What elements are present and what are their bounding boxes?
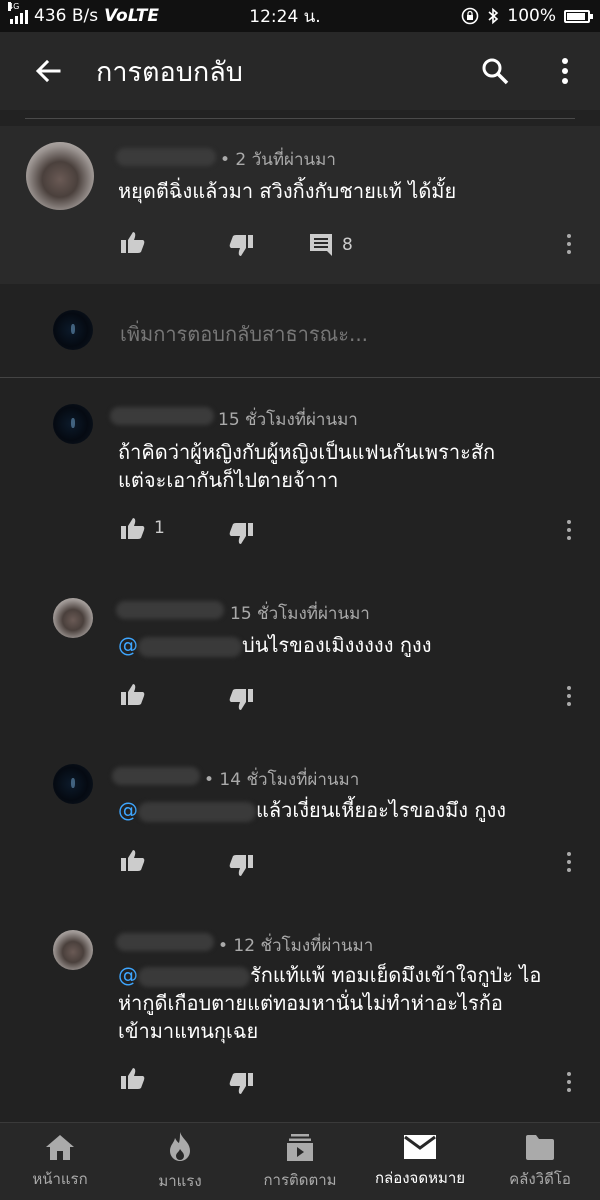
thumb-up-icon — [121, 518, 145, 539]
like-button[interactable] — [120, 682, 146, 706]
comment-menu-button[interactable] — [566, 520, 572, 540]
comment-text: @ บ่นไรของเมิงงงงง กูงง — [118, 630, 431, 661]
bottom-navigation: หน้าแรก มาแรง การติดตาม กล่องจดหมาย คลัง… — [0, 1122, 600, 1200]
nav-inbox[interactable]: กล่องจดหมาย — [360, 1123, 480, 1200]
dislike-button[interactable] — [228, 688, 254, 712]
thumb-down-icon — [229, 235, 253, 256]
like-button[interactable] — [120, 1066, 146, 1090]
commenter-name-redacted — [110, 407, 214, 425]
battery-percent: 100% — [507, 6, 556, 26]
nav-label: มาแรง — [158, 1171, 202, 1190]
inbox-mail-icon — [404, 1134, 436, 1159]
comment-menu-button[interactable] — [566, 234, 572, 254]
page-title: การตอบกลับ — [96, 56, 243, 88]
search-icon — [482, 58, 509, 85]
signal-icon: 4G — [8, 2, 28, 24]
thumb-down-icon — [229, 855, 253, 876]
comment-time: • 12 ชั่วโมงที่ผ่านมา — [218, 936, 374, 956]
mention-redacted — [138, 636, 242, 657]
commenter-name-redacted — [112, 767, 200, 785]
comment-text: หยุดตีฉิ่งแล้วมา สวิงกิ้งกับชายแท้ ได้มั… — [118, 179, 457, 203]
nav-label: คลังวิดีโอ — [509, 1169, 571, 1188]
reply-input[interactable]: เพิ่มการตอบกลับสาธารณะ... — [120, 318, 368, 350]
avatar[interactable] — [53, 598, 93, 638]
network-speed: 436 B/s — [34, 6, 99, 26]
comment-body: บ่นไรของเมิงงงงง กูงง — [242, 633, 432, 657]
more-vert-icon — [562, 58, 568, 84]
mention-link[interactable]: @ — [118, 963, 138, 987]
thumb-up-icon — [121, 850, 145, 871]
like-button[interactable] — [120, 848, 146, 872]
commenter-name-redacted — [116, 148, 216, 166]
parent-comment: • 2 วันที่ผ่านมา หยุดตีฉิ่งแล้วมา สวิงกิ… — [0, 126, 600, 284]
nav-library[interactable]: คลังวิดีโอ — [480, 1123, 600, 1200]
comment-text: ห่ากูดีเกือบตายแต่ทอมหานั่นไม่ทำห่าอะไรก… — [118, 991, 503, 1015]
nav-label: การติดตาม — [263, 1170, 337, 1189]
comment-body: รักแท้แพ้ ทอมเย็ดมึงเข้าใจกูป่ะ ไอ — [250, 963, 542, 987]
replies-button[interactable]: 8 — [308, 232, 353, 258]
back-button[interactable] — [0, 32, 96, 110]
comment-time: 15 ชั่วโมงที่ผ่านมา — [230, 604, 370, 624]
comment-text: ถ้าคิดว่าผู้หญิงกับผู้หญิงเป็นแฟนกันเพรา… — [118, 440, 496, 464]
home-icon — [46, 1134, 74, 1160]
like-button[interactable]: 1 — [120, 516, 165, 540]
comment-text: @ รักแท้แพ้ ทอมเย็ดมึงเข้าใจกูป่ะ ไอ — [118, 960, 541, 991]
comment-time: 15 ชั่วโมงที่ผ่านมา — [218, 410, 358, 430]
avatar[interactable] — [53, 764, 93, 804]
comment-text: @ แล้วเงี่ยนเหี้ยอะไรของมึง กูงง — [118, 795, 506, 826]
nav-trending[interactable]: มาแรง — [120, 1123, 240, 1200]
thumb-down-icon — [229, 523, 253, 544]
mention-redacted — [138, 801, 256, 822]
dislike-button[interactable] — [228, 522, 254, 546]
thumb-up-icon — [121, 232, 145, 253]
comment-body: แล้วเงี่ยนเหี้ยอะไรของมึง กูงง — [256, 798, 507, 822]
avatar — [53, 310, 93, 350]
dislike-button[interactable] — [228, 1072, 254, 1096]
commenter-name-redacted — [116, 601, 224, 619]
comment-menu-button[interactable] — [566, 852, 572, 872]
mention-link[interactable]: @ — [118, 798, 138, 822]
thumb-up-icon — [121, 1068, 145, 1089]
mention-link[interactable]: @ — [118, 633, 138, 657]
app-bar: การตอบกลับ — [0, 32, 600, 110]
comment-text: แต่จะเอากันก็ไปตายจ้าาา — [118, 468, 339, 492]
nav-label: กล่องจดหมาย — [374, 1168, 466, 1187]
subscriptions-icon — [287, 1133, 313, 1161]
arrow-back-icon — [35, 59, 61, 83]
commenter-name-redacted — [116, 933, 214, 951]
avatar[interactable] — [53, 404, 93, 444]
thumb-up-icon — [121, 684, 145, 705]
comment-time: • 14 ชั่วโมงที่ผ่านมา — [204, 770, 360, 790]
search-button[interactable] — [460, 32, 530, 110]
avatar[interactable] — [53, 930, 93, 970]
volte-indicator: VoLTE — [104, 6, 159, 26]
reply-count: 8 — [342, 235, 353, 255]
dislike-button[interactable] — [228, 234, 254, 258]
comment-menu-button[interactable] — [566, 686, 572, 706]
comment-icon — [310, 234, 332, 256]
more-options-button[interactable] — [530, 32, 600, 110]
rotation-lock-icon — [462, 7, 479, 25]
library-folder-icon — [526, 1134, 554, 1160]
trending-flame-icon — [170, 1131, 190, 1161]
like-button[interactable] — [120, 230, 146, 254]
comment-text: เข้ามาแทนกุเฉย — [118, 1019, 259, 1043]
clock: 12:24 น. — [249, 6, 321, 27]
comment-menu-button[interactable] — [566, 1072, 572, 1092]
bluetooth-icon — [488, 7, 499, 25]
nav-label: หน้าแรก — [32, 1169, 88, 1188]
thumb-down-icon — [229, 1073, 253, 1094]
thumb-down-icon — [229, 689, 253, 710]
divider — [25, 118, 575, 119]
dislike-button[interactable] — [228, 854, 254, 878]
mention-redacted — [138, 966, 250, 987]
avatar[interactable] — [26, 142, 94, 210]
comment-time: • 2 วันที่ผ่านมา — [220, 150, 336, 170]
status-bar: 4G 436 B/s VoLTE 12:24 น. 100% — [0, 0, 600, 32]
nav-subscriptions[interactable]: การติดตาม — [240, 1123, 360, 1200]
add-reply-row: เพิ่มการตอบกลับสาธารณะ... — [0, 284, 600, 378]
nav-home[interactable]: หน้าแรก — [0, 1123, 120, 1200]
battery-icon — [564, 9, 593, 23]
like-count: 1 — [154, 518, 165, 538]
